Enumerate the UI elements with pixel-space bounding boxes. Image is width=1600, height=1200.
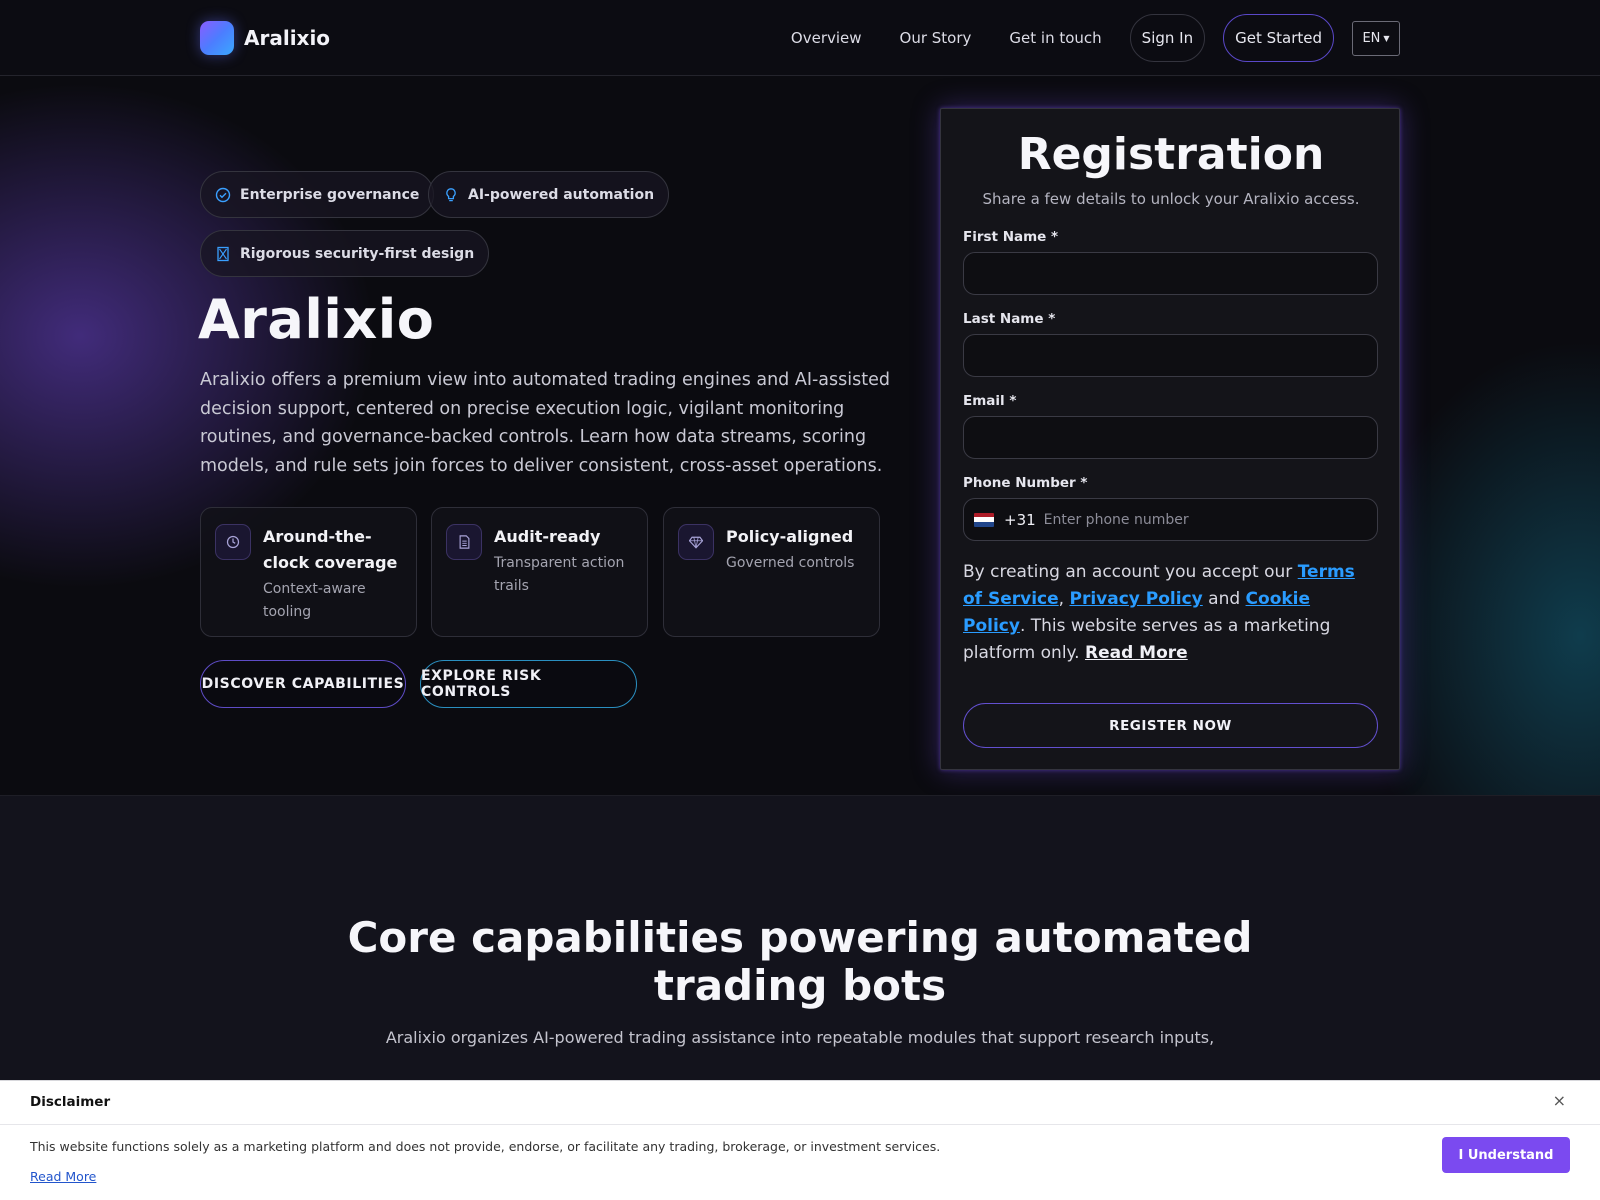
caret-down-icon: ▼	[1383, 33, 1390, 43]
logo-mark-icon	[200, 21, 234, 55]
form-title: Registration	[1017, 129, 1325, 180]
terms-notice: By creating an account you accept our Te…	[963, 559, 1373, 667]
first-name-field[interactable]	[963, 252, 1378, 295]
registration-form: Registration Share a few details to unlo…	[940, 108, 1400, 770]
dial-code[interactable]: +31	[1004, 511, 1036, 529]
hero-description: Aralixio offers a premium view into auto…	[200, 370, 890, 476]
disclaimer-text: This website functions solely as a marke…	[30, 1139, 941, 1154]
brand-logo[interactable]: Aralixio	[200, 21, 330, 55]
sign-in-button[interactable]: Sign In	[1129, 14, 1206, 62]
i-understand-button[interactable]: I Understand	[1442, 1137, 1570, 1173]
hero-section: Enterprise governance AI-powered automat…	[0, 76, 1600, 796]
disclaimer-read-more-link[interactable]: Read More	[30, 1169, 96, 1184]
feature-cards: Around-the-clock coverage Context-aware …	[200, 507, 880, 637]
terms-comma: ,	[1058, 589, 1065, 609]
email-label: Email *	[963, 393, 1017, 409]
feature-title: Around-the-clock coverage	[263, 527, 398, 572]
privacy-policy-link[interactable]: Privacy Policy	[1069, 589, 1202, 609]
diamond-icon	[678, 524, 714, 560]
badge-security-first: Rigorous security-first design	[200, 230, 490, 277]
phone-label: Phone Number *	[963, 475, 1088, 491]
lightbulb-icon	[443, 187, 459, 203]
capabilities-description: Aralixio organizes AI-powered trading as…	[385, 1028, 1215, 1047]
nav-get-in-touch[interactable]: Get in touch	[1009, 29, 1101, 47]
badge-label: Rigorous security-first design	[240, 245, 475, 262]
first-name-label: First Name *	[963, 229, 1059, 245]
capabilities-title: Core capabilities powering automated tra…	[347, 913, 1253, 1010]
badge-label: AI-powered automation	[468, 186, 655, 203]
phone-field[interactable]: +31 Enter phone number	[963, 498, 1378, 541]
feature-subtitle: Governed controls	[726, 555, 855, 571]
feature-card-audit: Audit-ready Transparent action trails	[431, 507, 648, 637]
feature-card-coverage: Around-the-clock coverage Context-aware …	[200, 507, 417, 637]
badge-ai-automation: AI-powered automation	[428, 171, 670, 218]
check-circle-icon	[215, 187, 231, 203]
badge-label: Enterprise governance	[240, 186, 420, 203]
feature-card-policy: Policy-aligned Governed controls	[663, 507, 880, 637]
nav-overview[interactable]: Overview	[791, 29, 862, 47]
phone-input[interactable]: Enter phone number	[1044, 512, 1189, 528]
netherlands-flag-icon[interactable]	[974, 512, 994, 527]
disclaimer-banner: Disclaimer × This website functions sole…	[0, 1080, 1600, 1200]
explore-risk-controls-button[interactable]: EXPLORE RISK CONTROLS	[420, 660, 637, 708]
site-header: Aralixio Overview Our Story Get in touch…	[0, 0, 1600, 76]
email-field[interactable]	[963, 416, 1378, 459]
clock-icon	[215, 524, 251, 560]
document-icon	[446, 524, 482, 560]
last-name-field[interactable]	[963, 334, 1378, 377]
close-icon[interactable]: ×	[1553, 1091, 1566, 1110]
hourglass-icon	[215, 246, 231, 262]
get-started-button[interactable]: Get Started	[1223, 14, 1334, 62]
badge-enterprise-governance: Enterprise governance	[200, 171, 435, 218]
form-subtitle: Share a few details to unlock your Arali…	[982, 190, 1360, 208]
disclaimer-title: Disclaimer	[30, 1094, 111, 1110]
main-nav: Overview Our Story Get in touch Sign In …	[791, 14, 1400, 62]
hero-title: Aralixio	[198, 288, 435, 351]
language-label: EN	[1362, 30, 1381, 46]
last-name-label: Last Name *	[963, 311, 1056, 327]
feature-title: Audit-ready	[494, 527, 601, 546]
disclaimer-header: Disclaimer ×	[0, 1081, 1600, 1125]
feature-title: Policy-aligned	[726, 527, 854, 546]
terms-and: and	[1208, 589, 1241, 609]
brand-name: Aralixio	[244, 26, 331, 50]
terms-prefix: By creating an account you accept our	[963, 562, 1293, 582]
capabilities-section: Core capabilities powering automated tra…	[0, 796, 1600, 1080]
feature-subtitle: Transparent action trails	[494, 555, 625, 594]
discover-capabilities-button[interactable]: DISCOVER CAPABILITIES	[200, 660, 406, 708]
nav-our-story[interactable]: Our Story	[900, 29, 972, 47]
language-selector[interactable]: EN ▼	[1352, 20, 1400, 56]
feature-subtitle: Context-aware tooling	[263, 581, 366, 620]
read-more-link[interactable]: Read More	[1085, 643, 1188, 663]
register-now-button[interactable]: REGISTER NOW	[963, 703, 1378, 748]
